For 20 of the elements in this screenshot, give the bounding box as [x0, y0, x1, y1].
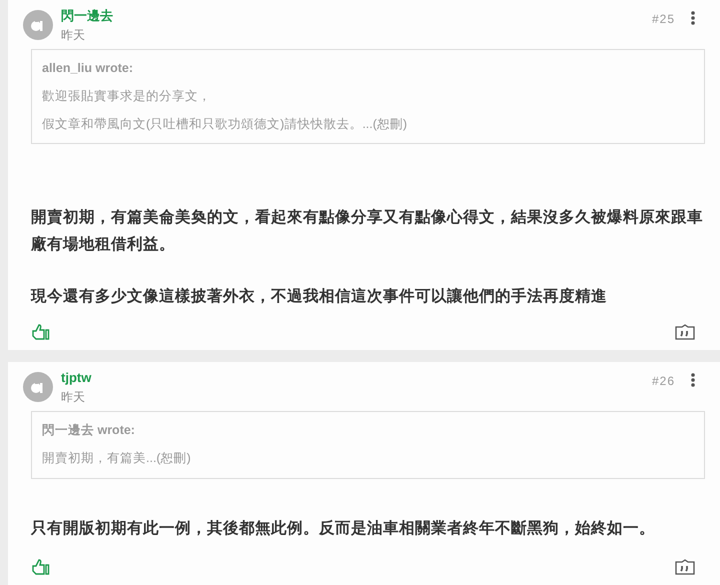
post-date: 昨天: [61, 27, 85, 44]
post-paragraph: 現今還有多少文像這樣披著外衣，不過我相信這次事件可以讓他們的手法再度精進: [31, 286, 608, 308]
post-paragraph: 開賣初期，有篇美侖美奐的文，看起來有點像分享又有點像心得文，結果沒多久被爆料原來跟車廠有場地租借利益。: [31, 208, 704, 256]
quote-text: 假文章和帶風向文(只吐槽和只歌功頌德文)請快快散去。...(恕刪): [42, 116, 408, 133]
thumbs-up-icon[interactable]: [32, 559, 50, 575]
quote-icon[interactable]: [675, 324, 695, 340]
more-icon[interactable]: [691, 11, 695, 25]
post-number: #26: [652, 373, 675, 390]
quote-author: allen_liu wrote:: [42, 60, 133, 77]
author-link[interactable]: tjptw: [61, 368, 92, 388]
more-icon[interactable]: [691, 373, 695, 387]
quote-author: 閃一邊去 wrote:: [42, 422, 135, 439]
quote-text: 歡迎張貼實事求是的分享文，: [42, 88, 211, 105]
quote-icon[interactable]: [675, 559, 695, 575]
post-date: 昨天: [61, 389, 85, 406]
thumbs-up-icon[interactable]: [32, 324, 50, 340]
post-number: #25: [652, 11, 675, 28]
author-link[interactable]: 閃一邊去: [61, 6, 113, 26]
quote-text: 開賣初期，有篇美...(恕刪): [42, 450, 191, 467]
post-paragraph: 只有開版初期有此一例，其後都無此例。反而是油車相關業者終年不斷黑狗，始終如一。: [31, 518, 656, 538]
